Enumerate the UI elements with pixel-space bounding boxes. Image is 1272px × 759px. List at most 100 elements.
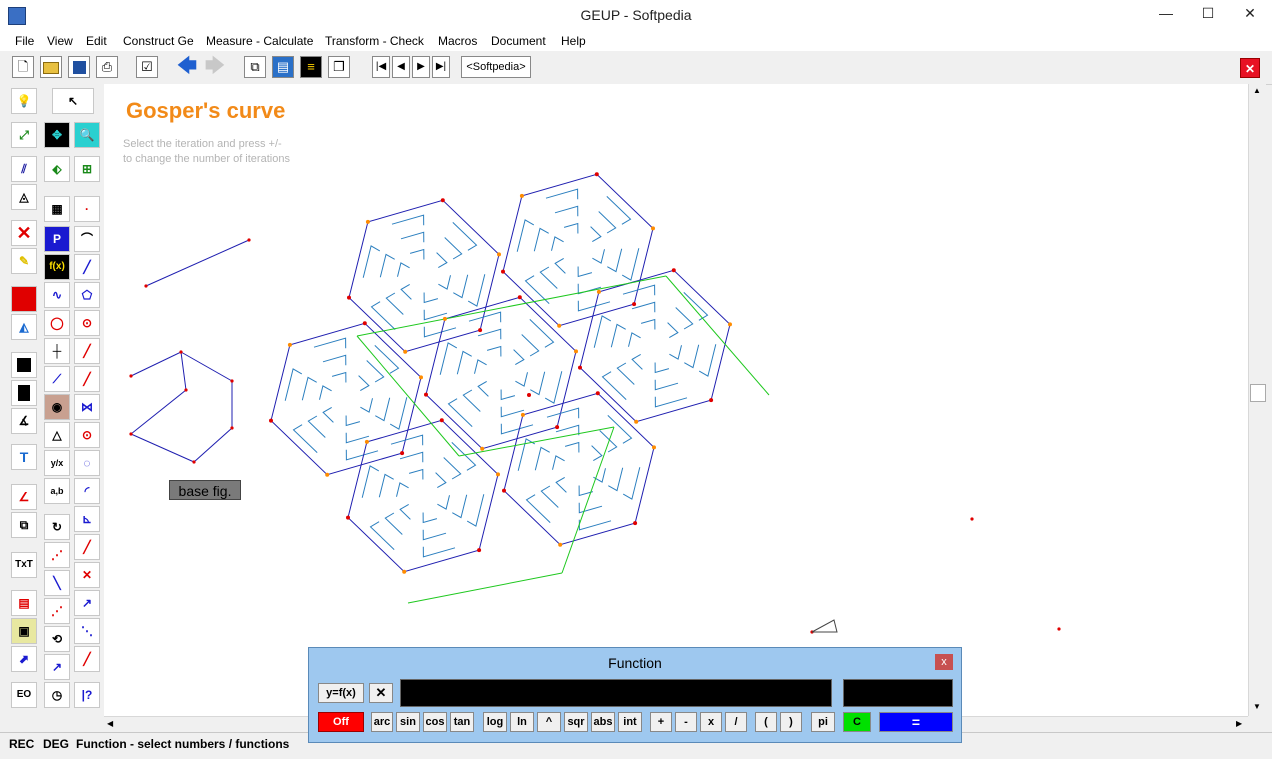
polygon-icon[interactable]: ⬠ xyxy=(74,282,100,308)
parallel-lines-icon[interactable]: ⫽ xyxy=(11,156,37,182)
key-power[interactable]: ^ xyxy=(537,712,561,732)
open-folder-icon[interactable] xyxy=(40,56,62,78)
construction-point[interactable] xyxy=(402,569,407,574)
circle-center-icon[interactable]: ⊙ xyxy=(74,310,100,336)
circle-arrow-icon[interactable]: ◯ xyxy=(44,310,70,336)
key-arc[interactable]: arc xyxy=(371,712,393,732)
ratio-icon[interactable]: y/x xyxy=(44,450,70,476)
small-triangle[interactable] xyxy=(811,619,838,633)
center-point[interactable] xyxy=(527,393,531,397)
construction-point[interactable] xyxy=(419,375,423,380)
checklist-icon[interactable]: ☑ xyxy=(136,56,158,78)
key-divide[interactable]: / xyxy=(725,712,747,732)
construction-point[interactable] xyxy=(555,425,560,430)
slash-line-icon[interactable]: ╱ xyxy=(74,534,100,560)
circle-point-icon[interactable]: ⊙ xyxy=(74,422,100,448)
key-open-paren[interactable]: ( xyxy=(755,712,777,732)
label-ab-icon[interactable]: a,b xyxy=(44,478,70,504)
vector-icon[interactable]: ↗ xyxy=(74,590,100,616)
color-fill-icon[interactable] xyxy=(11,286,37,312)
maximize-button[interactable]: ☐ xyxy=(1188,0,1228,26)
reflect-icon[interactable]: ⋈ xyxy=(74,394,100,420)
construction-point[interactable] xyxy=(517,295,522,300)
k-line-icon[interactable]: ↗ xyxy=(44,654,70,680)
stray-point[interactable] xyxy=(970,517,974,521)
off-button[interactable]: Off xyxy=(318,712,364,732)
construction-point[interactable] xyxy=(558,542,563,547)
line-width-icon[interactable] xyxy=(11,380,37,406)
close-window-button[interactable]: ✕ xyxy=(1230,0,1270,26)
construction-point[interactable] xyxy=(403,349,408,354)
key-ln[interactable]: ln xyxy=(510,712,534,732)
gosper-hexagons[interactable] xyxy=(270,173,731,573)
construction-point[interactable] xyxy=(347,295,351,300)
points-icon[interactable]: ⋰ xyxy=(44,598,70,624)
construction-point[interactable] xyxy=(496,472,500,477)
key-cos[interactable]: cos xyxy=(423,712,447,732)
construction-point[interactable] xyxy=(287,342,292,347)
construction-point[interactable] xyxy=(477,548,482,553)
scroll-up-icon[interactable]: ▲ xyxy=(1253,86,1261,95)
connect-points-icon[interactable]: ⬖ xyxy=(44,156,70,182)
construction-point[interactable] xyxy=(634,419,639,424)
graph-icon[interactable]: ∿ xyxy=(44,282,70,308)
paint-bucket-icon[interactable]: ◭ xyxy=(11,314,37,340)
film-icon[interactable]: ▤ xyxy=(272,56,294,78)
bisector-icon[interactable]: ╱ xyxy=(74,366,100,392)
diagonal-line-icon[interactable]: ╲ xyxy=(44,570,70,596)
save-icon[interactable] xyxy=(68,56,90,78)
construction-point[interactable] xyxy=(594,172,599,177)
base-segment-start-point[interactable] xyxy=(144,284,148,288)
menu-macros[interactable]: Macros xyxy=(438,34,477,48)
construction-point[interactable] xyxy=(325,472,330,477)
construction-point[interactable] xyxy=(520,412,525,417)
function-dialog-close-button[interactable]: x xyxy=(935,654,953,670)
construction-point[interactable] xyxy=(365,219,370,224)
menu-document[interactable]: Document xyxy=(491,34,546,48)
vertical-scroll-thumb[interactable] xyxy=(1250,384,1266,402)
key-minus[interactable]: - xyxy=(675,712,697,732)
scroll-down-icon[interactable]: ▼ xyxy=(1253,702,1261,711)
scroll-right-icon[interactable]: ▶ xyxy=(1236,719,1242,728)
document-tab[interactable]: <Softpedia> xyxy=(461,56,531,78)
construction-point[interactable] xyxy=(478,328,483,333)
menu-measure[interactable]: Measure - Calculate xyxy=(206,34,313,48)
clear-entry-button[interactable]: ✕ xyxy=(369,683,393,703)
line-red-icon[interactable]: ╱ xyxy=(74,338,100,364)
print-icon[interactable]: ⎙ xyxy=(96,56,118,78)
construction-point[interactable] xyxy=(557,323,562,328)
image-icon[interactable]: ▣ xyxy=(11,618,37,644)
function-icon[interactable]: f(x) xyxy=(44,254,70,280)
fit-view-icon[interactable]: ✥ xyxy=(44,122,70,148)
measure-length-icon[interactable]: ⟋ xyxy=(44,366,70,392)
construction-point[interactable] xyxy=(346,515,350,520)
construction-points[interactable] xyxy=(269,172,732,574)
construction-point[interactable] xyxy=(633,521,638,526)
zoom-icon[interactable]: 🔍 xyxy=(74,122,100,148)
lightbulb-icon[interactable]: 💡 xyxy=(11,88,37,114)
delete-icon[interactable]: ✕ xyxy=(11,220,37,246)
base-figure-left[interactable] xyxy=(130,351,187,435)
key-sin[interactable]: sin xyxy=(396,712,420,732)
base-segment[interactable] xyxy=(145,239,250,287)
construction-point[interactable] xyxy=(574,349,578,354)
red-line-icon[interactable]: ╱ xyxy=(74,646,100,672)
menu-construct[interactable]: Construct Ge xyxy=(123,34,194,48)
intersect-icon[interactable]: ✕ xyxy=(74,562,100,588)
key-int[interactable]: int xyxy=(618,712,642,732)
clock-icon[interactable]: ◷ xyxy=(44,682,70,708)
key-sqr[interactable]: sqr xyxy=(564,712,588,732)
scroll-left-icon[interactable]: ◀ xyxy=(107,719,113,728)
close-document-button[interactable]: ✕ xyxy=(1240,58,1260,78)
next-icon[interactable]: ▶ xyxy=(412,56,430,78)
segment-tool-icon[interactable]: ╱ xyxy=(74,254,100,280)
new-file-icon[interactable]: 🗋 xyxy=(12,56,34,78)
key-abs[interactable]: abs xyxy=(591,712,615,732)
pointer-icon[interactable]: ↖ xyxy=(52,88,94,114)
key-plus[interactable]: + xyxy=(650,712,672,732)
parameter-icon[interactable]: P xyxy=(44,226,70,252)
clear-button[interactable]: C xyxy=(843,712,871,732)
construction-point[interactable] xyxy=(362,321,367,326)
circle-dashed-icon[interactable]: ◌ xyxy=(74,450,100,476)
key-multiply[interactable]: x xyxy=(700,712,722,732)
